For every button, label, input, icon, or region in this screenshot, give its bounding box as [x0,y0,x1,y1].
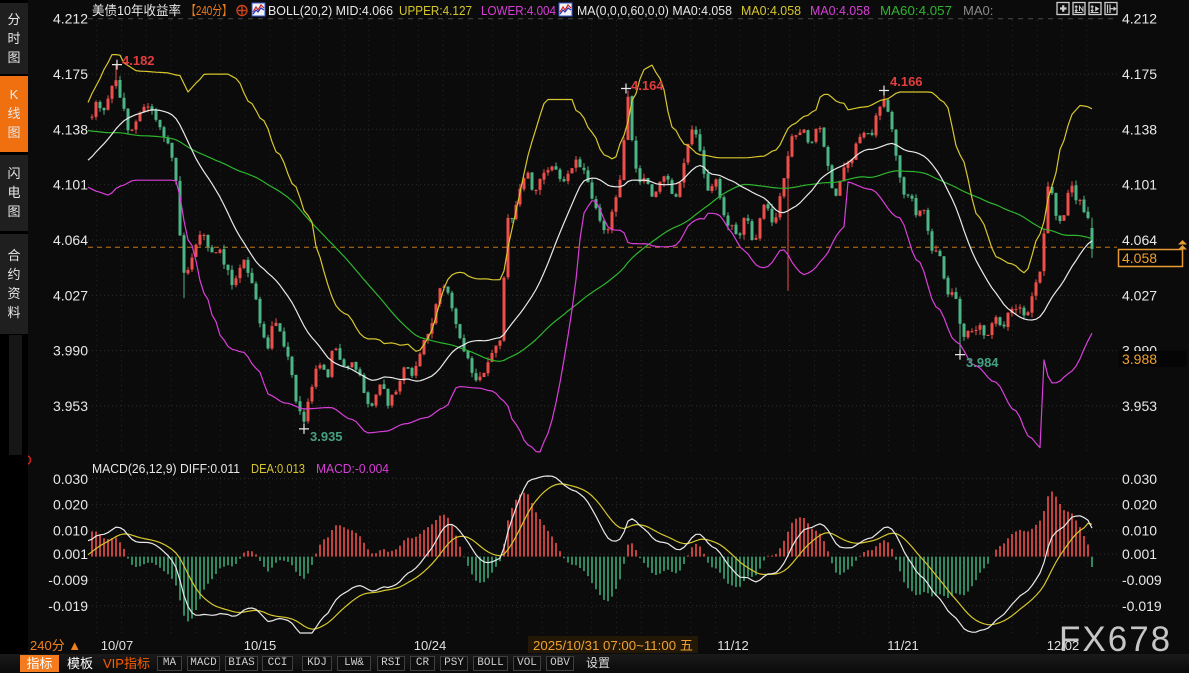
svg-text:0.020: 0.020 [1122,497,1157,513]
svg-text:10/07: 10/07 [101,638,134,653]
svg-text:4.064: 4.064 [1122,232,1157,248]
svg-text:3.990: 3.990 [53,343,88,359]
svg-text:0.030: 0.030 [1122,471,1157,487]
svg-text:-0.019: -0.019 [1122,598,1162,614]
svg-text:0.001: 0.001 [1122,546,1157,562]
svg-text:4.175: 4.175 [1122,66,1157,82]
svg-text:12/02: 12/02 [1047,638,1080,653]
svg-text:LOWER:4.004: LOWER:4.004 [481,3,556,18]
svg-text:-0.009: -0.009 [1122,572,1162,588]
svg-text:4.064: 4.064 [53,232,88,248]
svg-text:4.027: 4.027 [1122,287,1157,303]
svg-text:3.953: 3.953 [53,398,88,414]
svg-text:4.138: 4.138 [53,121,88,137]
svg-text:4.138: 4.138 [1122,121,1157,137]
svg-text:3.988: 3.988 [1122,351,1157,367]
svg-text:MA(0,0,0,60,0,0) MA0:4.058: MA(0,0,0,60,0,0) MA0:4.058 [577,3,732,18]
svg-text:3.935: 3.935 [310,429,343,444]
svg-text:10/15: 10/15 [244,638,277,653]
svg-text:11/21: 11/21 [887,638,919,653]
svg-text:4.175: 4.175 [53,66,88,82]
svg-text:4.212: 4.212 [53,11,88,27]
svg-text:2025/10/31 07:00~11:00 五: 2025/10/31 07:00~11:00 五 [533,638,693,653]
svg-text:MA0:4.058: MA0:4.058 [810,3,870,18]
svg-text:0.030: 0.030 [53,471,88,487]
svg-text:11/12: 11/12 [717,638,749,653]
svg-text:4.027: 4.027 [53,287,88,303]
svg-text:4.101: 4.101 [53,177,88,193]
svg-text:4.101: 4.101 [1122,177,1157,193]
svg-text:美债10年收益率: 美债10年收益率 [92,3,181,18]
svg-text:3.953: 3.953 [1122,398,1157,414]
svg-text:MA60:4.057: MA60:4.057 [880,3,952,18]
svg-text:4.164: 4.164 [631,78,664,93]
svg-text:MA0:: MA0: [963,3,993,18]
svg-text:BOLL(20,2) MID:4.066: BOLL(20,2) MID:4.066 [268,3,393,18]
svg-text:4.166: 4.166 [890,74,923,89]
svg-text:4.212: 4.212 [1122,11,1157,27]
svg-text:MACD:-0.004: MACD:-0.004 [316,461,389,476]
svg-text:-0.019: -0.019 [48,598,88,614]
svg-text:MA0:4.058: MA0:4.058 [741,3,801,18]
svg-text:0.010: 0.010 [1122,523,1157,539]
svg-text:0.020: 0.020 [53,497,88,513]
svg-text:【240分】: 【240分】 [186,3,232,18]
svg-text:240分 ▲: 240分 ▲ [30,638,81,653]
svg-text:UPPER:4.127: UPPER:4.127 [399,3,472,18]
svg-text:0.001: 0.001 [53,546,88,562]
svg-text:4.058: 4.058 [1122,250,1157,266]
svg-text:3.984: 3.984 [966,355,999,370]
svg-text:0.010: 0.010 [53,523,88,539]
svg-text:MACD(26,12,9) DIFF:0.011: MACD(26,12,9) DIFF:0.011 [92,461,240,476]
svg-text:DEA:0.013: DEA:0.013 [251,461,305,476]
svg-text:4.182: 4.182 [122,53,155,68]
svg-text:10/24: 10/24 [414,638,447,653]
svg-text:-0.009: -0.009 [48,572,88,588]
